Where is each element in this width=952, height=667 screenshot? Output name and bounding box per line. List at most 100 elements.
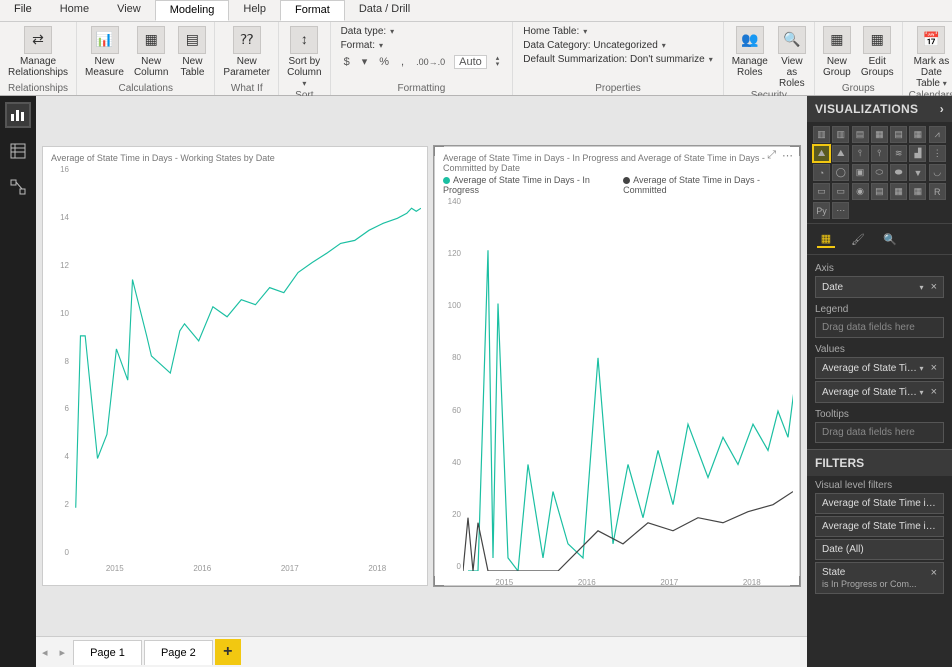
new-column-button[interactable]: ▦New Column — [132, 24, 170, 78]
viz-waterfall[interactable]: ▟ — [909, 145, 926, 162]
data-category-dropdown[interactable]: Data Category: Uncategorized ▾ — [523, 40, 712, 51]
legend-field-well[interactable]: Drag data fields here — [815, 317, 944, 338]
manage-relationships-button[interactable]: ⇄Manage Relationships — [6, 24, 70, 78]
tooltips-field-well[interactable]: Drag data fields here — [815, 422, 944, 443]
viz-slicer[interactable]: ▤ — [871, 183, 888, 200]
viz-combo2[interactable]: ⫯ — [871, 145, 888, 162]
tab-modeling[interactable]: Modeling — [155, 0, 230, 21]
filter-card-state[interactable]: State× is In Progress or Com... — [815, 562, 944, 594]
measure-icon: 📊 — [91, 26, 119, 54]
page-next-button[interactable]: ▸ — [54, 646, 72, 659]
home-table-dropdown[interactable]: Home Table: ▾ — [523, 26, 712, 37]
filter-card-date[interactable]: Date (All) — [815, 539, 944, 560]
focus-mode-icon[interactable]: ⤢ — [767, 149, 776, 162]
page-prev-button[interactable]: ◂ — [36, 646, 54, 659]
tab-home[interactable]: Home — [46, 0, 103, 21]
format-dropdown[interactable]: Format: ▾ — [341, 40, 503, 51]
y-axis: 140120100806040200 — [437, 197, 461, 571]
viz-area[interactable]: ⛰ — [813, 145, 830, 162]
edit-groups-button[interactable]: ▦Edit Groups — [859, 24, 896, 78]
roles-icon: 👥 — [736, 26, 764, 54]
thousands-button[interactable]: , — [398, 55, 407, 69]
spin-buttons[interactable]: ▴▾ — [493, 55, 503, 68]
viz-more[interactable]: ⋯ — [832, 202, 849, 219]
visual-filters-label: Visual level filters — [807, 476, 952, 493]
viz-ribbon[interactable]: ≋ — [890, 145, 907, 162]
viz-filled-map[interactable]: ⬬ — [890, 164, 907, 181]
viz-multi-card[interactable]: ▭ — [832, 183, 849, 200]
values-field-1[interactable]: Average of State Time in▾× — [815, 357, 944, 379]
remove-field-icon[interactable]: × — [931, 386, 937, 398]
format-tab-button[interactable]: 🖌 — [849, 230, 867, 248]
tab-datadrill[interactable]: Data / Drill — [345, 0, 424, 21]
viz-scatter[interactable]: ⋮ — [929, 145, 946, 162]
currency-button[interactable]: $ — [341, 55, 353, 69]
viz-treemap[interactable]: ▣ — [852, 164, 869, 181]
group-formatting-label: Formatting — [398, 82, 446, 95]
data-view-button[interactable] — [7, 140, 29, 162]
decimals-decrease-icon[interactable]: .00→.0 — [413, 56, 448, 68]
viz-kpi[interactable]: ◉ — [852, 183, 869, 200]
new-parameter-button[interactable]: ⁇New Parameter — [221, 24, 272, 78]
axis-field-well[interactable]: Date▾× — [815, 276, 944, 298]
filters-header[interactable]: FILTERS — [807, 449, 952, 476]
viz-table[interactable]: ▦ — [890, 183, 907, 200]
new-measure-button[interactable]: 📊New Measure — [83, 24, 126, 78]
new-group-button[interactable]: ▦New Group — [821, 24, 853, 78]
remove-field-icon[interactable]: × — [931, 281, 937, 293]
manage-roles-button[interactable]: 👥Manage Roles — [730, 24, 770, 78]
viz-r[interactable]: R — [929, 183, 946, 200]
more-options-icon[interactable]: ⋯ — [782, 149, 793, 162]
decimals-input[interactable]: Auto — [454, 55, 487, 69]
data-type-dropdown[interactable]: Data type: ▾ — [341, 26, 503, 37]
viz-pie[interactable]: ◔ — [813, 164, 830, 181]
page-tab-1[interactable]: Page 1 — [73, 640, 142, 665]
visual-chart-1[interactable]: Average of State Time in Days - Working … — [42, 146, 428, 586]
tab-view[interactable]: View — [103, 0, 155, 21]
view-as-roles-button[interactable]: 🔍View as Roles — [776, 24, 808, 89]
viz-clustered-column[interactable]: ▦ — [871, 126, 888, 143]
mark-as-date-table-button[interactable]: 📅Mark as Date Table ▾ — [909, 24, 952, 89]
page-tab-2[interactable]: Page 2 — [144, 640, 213, 665]
analytics-tab-button[interactable]: 🔍 — [881, 230, 899, 248]
viz-clustered-bar[interactable]: ▤ — [852, 126, 869, 143]
viz-card[interactable]: ▭ — [813, 183, 830, 200]
visual-chart-2[interactable]: ⤢ ⋯ Average of State Time in Days - In Pr… — [434, 146, 800, 586]
remove-filter-icon[interactable]: × — [931, 567, 937, 579]
viz-matrix[interactable]: ▦ — [909, 183, 926, 200]
percent-button[interactable]: % — [376, 55, 392, 69]
viz-stacked-column[interactable]: ▥ — [832, 126, 849, 143]
viz-100-bar[interactable]: ▤ — [890, 126, 907, 143]
new-table-button[interactable]: ▤New Table — [176, 24, 208, 78]
model-view-button[interactable] — [7, 176, 29, 198]
visualization-gallery: ▥ ▥ ▤ ▦ ▤ ▦ ⩘ ⛰ ⛰ ⫯ ⫯ ≋ ▟ ⋮ ◔ ◯ ▣ ⬭ ⬬ ▼ … — [807, 122, 952, 223]
tab-help[interactable]: Help — [229, 0, 280, 21]
fields-tab-button[interactable]: ▦ — [817, 230, 835, 248]
viz-combo1[interactable]: ⫯ — [852, 145, 869, 162]
filter-card-2[interactable]: Average of State Time in ... — [815, 516, 944, 537]
visualizations-header[interactable]: VISUALIZATIONS› — [807, 96, 952, 122]
viz-100-column[interactable]: ▦ — [909, 126, 926, 143]
viz-funnel[interactable]: ▼ — [909, 164, 926, 181]
viz-stacked-bar[interactable]: ▥ — [813, 126, 830, 143]
tab-format[interactable]: Format — [280, 0, 345, 21]
tab-file[interactable]: File — [0, 0, 46, 21]
viz-map[interactable]: ⬭ — [871, 164, 888, 181]
viz-donut[interactable]: ◯ — [832, 164, 849, 181]
remove-field-icon[interactable]: × — [931, 362, 937, 374]
viz-line[interactable]: ⩘ — [929, 126, 946, 143]
sort-by-column-button[interactable]: ↕Sort by Column ▾ — [285, 24, 323, 89]
viz-stacked-area[interactable]: ⛰ — [832, 145, 849, 162]
chart-title: Average of State Time in Days - In Progr… — [435, 147, 799, 175]
viz-gauge[interactable]: ◡ — [929, 164, 946, 181]
relationships-icon: ⇄ — [24, 26, 52, 54]
viz-py[interactable]: Py — [813, 202, 830, 219]
report-canvas[interactable]: Average of State Time in Days - Working … — [36, 96, 807, 636]
report-view-button[interactable] — [7, 104, 29, 126]
filter-card-1[interactable]: Average of State Time in ... — [815, 493, 944, 514]
axis-label: Axis — [815, 259, 944, 276]
values-field-2[interactable]: Average of State Time in▾× — [815, 381, 944, 403]
default-summarization-dropdown[interactable]: Default Summarization: Don't summarize ▾ — [523, 54, 712, 65]
group-whatif-label: What If — [231, 82, 263, 95]
add-page-button[interactable]: + — [215, 639, 241, 665]
